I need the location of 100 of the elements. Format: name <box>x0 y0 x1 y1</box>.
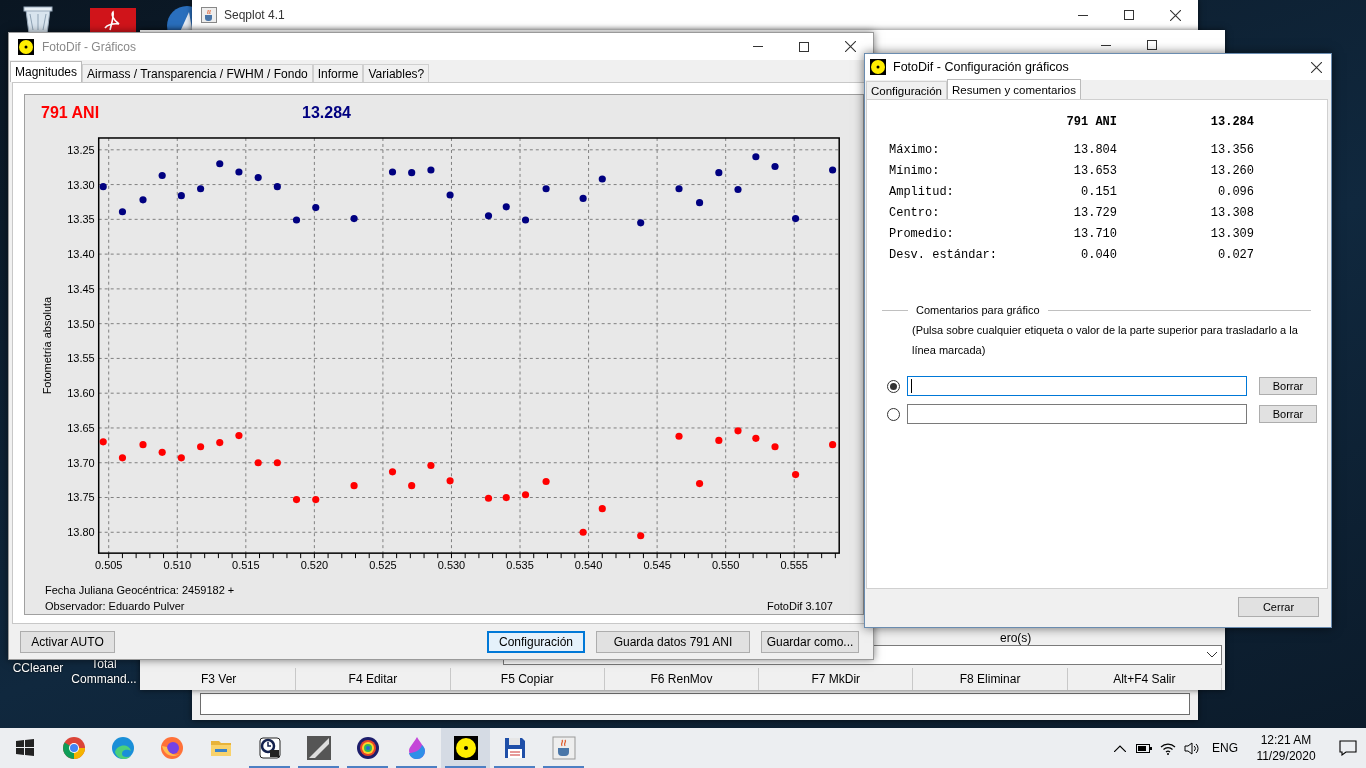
axis-tick-label: 0.545 <box>643 559 671 572</box>
clock-time[interactable]: 12:21 AM <box>1260 732 1312 748</box>
table-cell-text: 13.804 <box>1072 142 1117 159</box>
circle-icon[interactable] <box>453 736 478 760</box>
icon-label[interactable]: CCleaner <box>12 661 64 676</box>
function-key-button[interactable]: F8 Eliminar <box>913 668 1068 690</box>
chevron-up-icon[interactable] <box>1114 744 1126 752</box>
axis-tick-label: 0.540 <box>574 559 603 572</box>
button[interactable]: Activar AUTO <box>20 630 115 653</box>
tab[interactable]: Airmass / Transparencia / FWHM / Fondo <box>82 64 313 82</box>
row-label: Amplitud: <box>889 184 955 201</box>
row-label: Desv. estándar: <box>889 247 999 264</box>
function-key-button[interactable]: F6 RenMov <box>604 668 760 690</box>
minimize-icon[interactable] <box>1078 14 1088 16</box>
chevron-down-icon[interactable] <box>1207 652 1217 658</box>
axis-tick-label: 13.70 <box>67 456 95 469</box>
axis-tick-label: 0.520 <box>300 559 329 572</box>
clear-button[interactable]: Borrar <box>1259 377 1317 395</box>
version-text: FotoDif 3.107 <box>766 599 833 614</box>
clear-button[interactable]: Borrar <box>1259 405 1317 423</box>
axis-tick-label: 0.555 <box>780 559 808 572</box>
row-label: Centro: <box>889 205 941 222</box>
table-cell-text: 13.356 <box>1209 142 1254 159</box>
table-cell-text: 13.308 <box>1209 205 1254 222</box>
table-cell-text: 0.040 <box>1080 247 1117 264</box>
icon-label[interactable]: Total Command... <box>70 657 138 687</box>
browser-icon[interactable] <box>110 736 135 760</box>
axis-tick-label: 0.505 <box>95 559 123 572</box>
axis-tick-label: 13.30 <box>67 178 95 191</box>
close-icon[interactable] <box>1311 61 1322 73</box>
function-key-button[interactable]: Alt+F4 Salir <box>1067 668 1222 690</box>
table-cell-text: 13.729 <box>1072 205 1117 222</box>
button[interactable]: Configuración <box>487 630 585 653</box>
row-label: Máximo: <box>889 142 941 159</box>
window-title: FotoDif - Configuración gráficos <box>893 60 1070 74</box>
tab[interactable]: Resumen y comentarios <box>946 79 1081 99</box>
cup-icon[interactable] <box>551 736 576 760</box>
axis-tick-label: 0.550 <box>711 559 740 572</box>
image-icon[interactable] <box>306 736 331 760</box>
tab[interactable]: Configuración <box>866 81 947 99</box>
table-cell-text: 13.309 <box>1209 226 1254 243</box>
close-icon[interactable] <box>1169 9 1181 21</box>
browser-icon[interactable] <box>159 736 184 760</box>
table-cell-text: 0.096 <box>1217 184 1254 201</box>
column-header: 13.284 <box>1209 114 1254 131</box>
axis-tick-label: 0.510 <box>163 559 191 572</box>
button[interactable]: Guarda datos 791 ANI <box>596 630 750 653</box>
function-key-button[interactable]: F3 Ver <box>142 668 297 690</box>
axis-tick-label: 13.25 <box>67 143 95 156</box>
clock-icon[interactable] <box>257 736 282 760</box>
close-button[interactable]: Cerrar <box>1238 597 1319 617</box>
close-icon[interactable] <box>844 41 856 52</box>
table-cell-text: 13.653 <box>1072 163 1117 180</box>
function-key-button[interactable]: F7 MkDir <box>759 668 914 690</box>
axis-title: Fecha Juliana Geocéntrica: 2459182 + <box>45 583 235 598</box>
notification-icon[interactable] <box>1339 740 1357 756</box>
maximize-icon[interactable] <box>1147 40 1157 50</box>
radio-button[interactable] <box>887 379 900 393</box>
axis-tick-label: 0.515 <box>232 559 260 572</box>
radio-button[interactable] <box>887 407 900 421</box>
observer-text: Observador: Eduardo Pulver <box>45 599 186 614</box>
button[interactable]: Guardar como... <box>761 630 859 653</box>
tab[interactable]: Magnitudes <box>10 61 83 82</box>
table-cell-text: 13.260 <box>1209 163 1254 180</box>
maximize-icon[interactable] <box>799 41 809 52</box>
app-icon <box>870 59 886 75</box>
column-header: 791 ANI <box>1065 114 1117 131</box>
axis-tick-label: 13.80 <box>67 526 95 539</box>
color-wheel-icon[interactable] <box>355 736 380 760</box>
browser-icon[interactable] <box>61 736 86 760</box>
taskbar-button[interactable] <box>441 728 490 768</box>
cup-icon <box>201 7 217 23</box>
series-label[interactable]: 13.284 <box>302 103 563 122</box>
minimize-icon[interactable] <box>1101 44 1111 46</box>
function-key-button[interactable]: F4 Editar <box>296 668 451 690</box>
language-indicator[interactable]: ENG <box>1212 741 1238 755</box>
comment-field[interactable] <box>907 376 1247 396</box>
axis-tick-label: 13.50 <box>67 317 95 330</box>
axis-tick-label: 13.55 <box>67 352 95 365</box>
axis-tick-label: 13.75 <box>67 491 95 504</box>
axis-tick-label: 13.65 <box>67 421 95 434</box>
floppy-icon[interactable] <box>502 736 527 760</box>
tab[interactable]: Variables? <box>363 64 430 82</box>
speaker-icon[interactable] <box>1184 741 1200 755</box>
hint-text: (Pulsa sobre cualquier etiqueta o valor de la parte superior para trasladarlo a la línea marcada) <box>912 323 1299 358</box>
battery-icon[interactable] <box>1136 743 1152 753</box>
document-icon[interactable] <box>90 8 136 32</box>
axis-title: Fotometría absoluta <box>40 296 53 395</box>
table-cell-text: 13.710 <box>1072 226 1117 243</box>
group-title: Comentarios para gráfico <box>915 304 1041 316</box>
axis-tick-label: 0.535 <box>506 559 534 572</box>
axis-tick-label: 0.525 <box>369 559 397 572</box>
comment-field[interactable] <box>907 404 1247 424</box>
status-text: ero(s) <box>1000 631 1032 645</box>
clock-date[interactable]: 11/29/2020 <box>1256 748 1316 764</box>
function-key-button[interactable]: F5 Copiar <box>450 668 605 690</box>
wifi-icon[interactable] <box>1160 741 1176 755</box>
maximize-icon[interactable] <box>1124 10 1134 20</box>
tab[interactable]: Informe <box>312 64 364 82</box>
axis-tick-label: 13.35 <box>67 213 95 226</box>
